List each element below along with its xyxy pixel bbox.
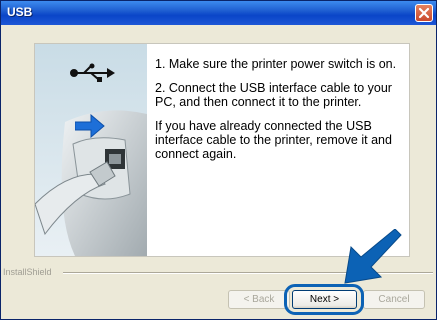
instruction-text: 1. Make sure the printer power switch is…	[155, 57, 405, 171]
back-button[interactable]: < Back	[228, 290, 290, 309]
installshield-label: InstallShield	[3, 267, 55, 277]
close-button[interactable]	[415, 4, 433, 22]
title-bar[interactable]: USB	[1, 1, 436, 25]
close-icon	[418, 7, 430, 19]
usb-icon	[70, 63, 115, 82]
right-arrow-icon	[75, 114, 105, 138]
instruction-panel: 1. Make sure the printer power switch is…	[34, 43, 410, 257]
next-highlight-ring	[284, 284, 364, 315]
instruction-step-1: 1. Make sure the printer power switch is…	[155, 57, 397, 71]
instruction-note: If you have already connected the USB in…	[155, 119, 392, 161]
cancel-button[interactable]: Cancel	[363, 290, 425, 309]
pointer-arrow-icon	[344, 229, 402, 284]
instruction-step-2: 2. Connect the USB interface cable to yo…	[155, 81, 392, 109]
usb-dialog-window: USB 1. Make sure the printer power switc…	[0, 0, 437, 320]
window-title: USB	[7, 5, 33, 19]
